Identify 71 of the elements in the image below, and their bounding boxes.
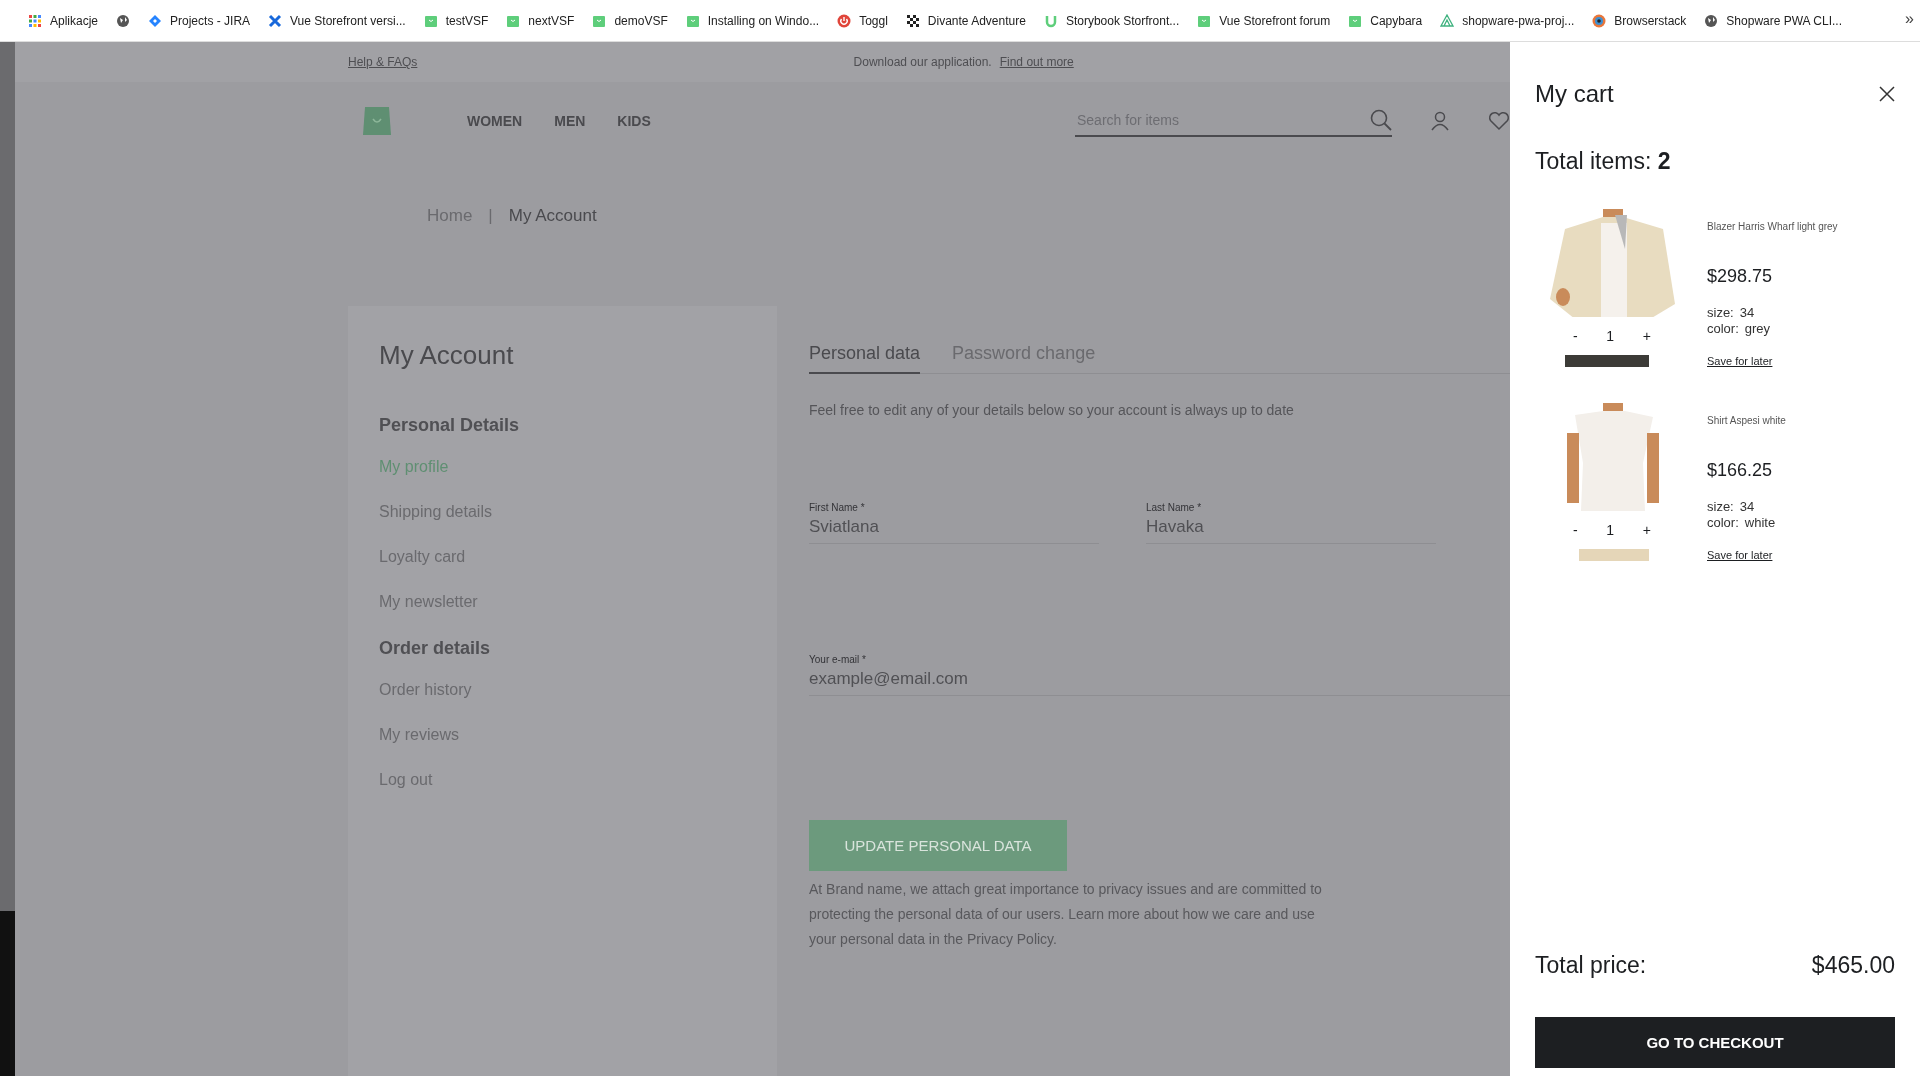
color-label: color: [1707,515,1739,531]
close-icon[interactable] [1879,86,1895,102]
sidebar-title: My Account [379,340,515,371]
power-icon [837,13,852,28]
total-items: Total items: 2 [1535,148,1672,175]
heart-icon[interactable] [1488,111,1510,131]
checkout-button[interactable]: GO TO CHECKOUT [1535,1017,1895,1068]
field-label: Your e-mail * [809,654,867,665]
product-name: Shirt Aspesi white [1707,415,1786,426]
apps-grid-icon [28,13,42,28]
minus-button[interactable]: - [1569,522,1582,538]
product-name: Blazer Harris Wharf light grey [1707,221,1838,232]
bookmarks-overflow[interactable]: » [1905,10,1914,28]
search-icon[interactable] [1370,109,1392,131]
bookmark[interactable]: Shopware PWA CLI... [1704,13,1842,28]
bookmark[interactable]: nextVSF [506,13,575,28]
quantity-value: 1 [1606,328,1615,344]
bookmark[interactable]: testVSF [423,13,489,28]
bookmark[interactable]: Storybook Storfront... [1043,13,1180,28]
bag-icon [1197,13,1212,28]
quantity-value: 1 [1606,522,1615,538]
save-for-later-link[interactable]: Save for later [1707,549,1786,561]
size-label: size: [1707,499,1734,515]
bag-icon [423,13,438,28]
bookmark[interactable]: Browserstack [1592,13,1687,28]
size-label: size: [1707,305,1734,321]
sidebar-heading: Personal Details [379,415,521,436]
color-value: grey [1744,321,1771,337]
bookmark[interactable]: Capybara [1348,13,1423,28]
bookmark[interactable]: Aplikacje [28,13,99,28]
save-for-later-link[interactable]: Save for later [1707,355,1838,367]
bookmark[interactable]: Toggl [837,13,888,28]
color-value: white [1744,515,1776,531]
bookmark[interactable] [116,13,131,28]
bookmark[interactable]: Installing on Windo... [685,13,820,28]
bag-icon [1348,13,1363,28]
download-text: Download our application. [853,55,992,69]
cart-title: My cart [1535,80,1614,108]
total-price: $465.00 [1811,952,1895,979]
total-price-label: Total price: [1535,952,1647,979]
bookmark[interactable]: Vue Storefront versi... [268,13,406,28]
globe-icon [1704,13,1719,28]
bookmark[interactable]: demoVSF [592,13,668,28]
account-icon[interactable] [1430,111,1450,131]
bag-icon [592,13,607,28]
minus-button[interactable]: - [1569,328,1582,344]
triangle-icon [1440,13,1455,28]
field-label: First Name * [809,502,866,513]
u-letter-icon [1043,13,1058,28]
bag-icon [506,13,521,28]
globe-icon [116,13,131,28]
privacy-text: At Brand name, we attach great importance to privacy issues and are committed to protecting the personal data of our users. Learn more about how we care and use your personal data in the Privacy Policy. [809,880,1323,949]
size-value: 34 [1739,305,1755,321]
checker-icon [905,13,920,28]
bookmark[interactable]: Projects - JIRA [148,13,251,28]
eye-icon [1592,13,1607,28]
bookmark[interactable]: Divante Adventure [905,13,1026,28]
cross-icon [268,13,283,28]
color-label: color: [1707,321,1739,337]
description-text: Feel free to edit any of your details below so your account is always up to date [809,402,1295,418]
field-label: Last Name * [1146,502,1203,513]
product-price: $298.75 [1707,266,1774,287]
bookmark[interactable]: Vue Storefront forum [1197,13,1331,28]
sidebar-heading: Order details [379,638,492,659]
bookmark[interactable]: shopware-pwa-proj... [1440,13,1575,28]
plus-button[interactable]: + [1638,328,1655,344]
diamond-icon [148,13,163,28]
plus-button[interactable]: + [1638,522,1655,538]
size-value: 34 [1739,499,1755,515]
product-price: $166.25 [1707,460,1774,481]
bag-icon [685,13,700,28]
